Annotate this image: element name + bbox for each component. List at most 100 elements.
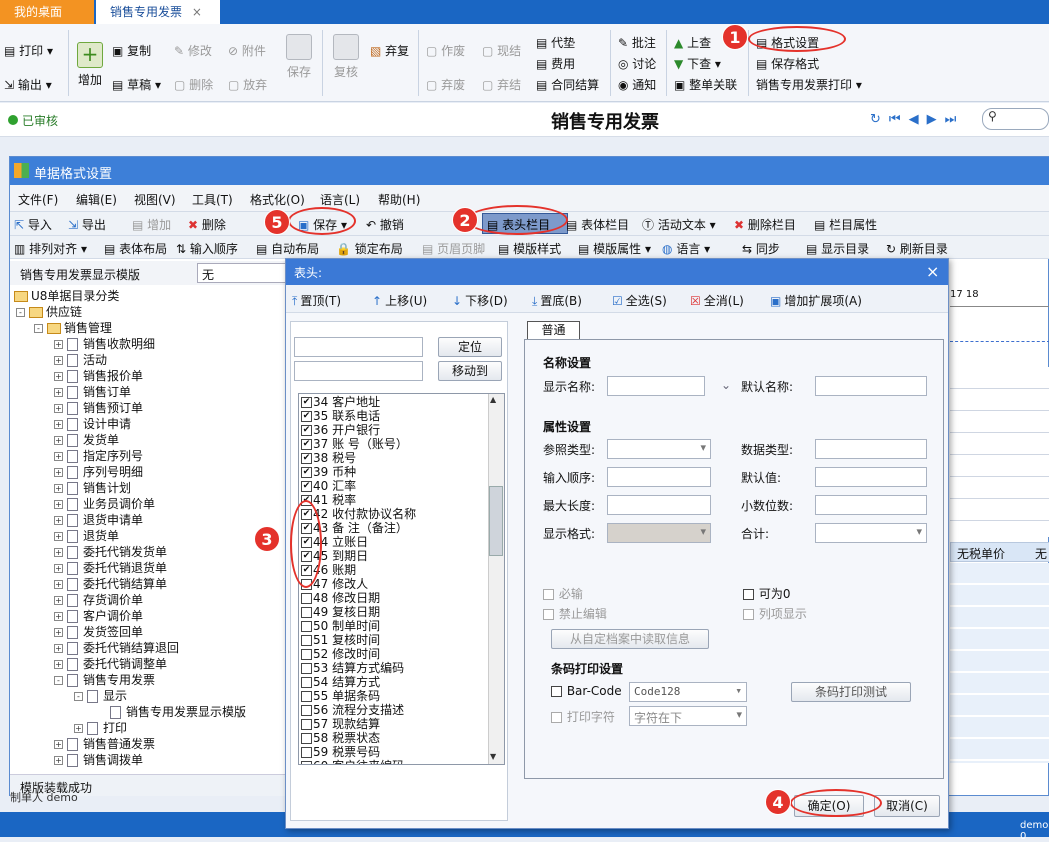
field-list-item[interactable]: 54 结算方式 bbox=[301, 675, 380, 689]
expand-icon[interactable]: + bbox=[54, 500, 63, 509]
expand-icon[interactable]: + bbox=[54, 388, 63, 397]
collapse-icon[interactable]: - bbox=[54, 676, 63, 685]
expand-icon[interactable]: + bbox=[54, 404, 63, 413]
tree-node[interactable]: + 销售计划 bbox=[54, 480, 131, 496]
expand-icon[interactable]: + bbox=[54, 468, 63, 477]
checkbox-icon[interactable] bbox=[301, 705, 312, 716]
field-list-item[interactable]: ✔ 37 账 号（账号） bbox=[301, 437, 408, 451]
expand-icon[interactable]: + bbox=[54, 596, 63, 605]
review-button[interactable]: 复核 bbox=[330, 34, 362, 80]
auto-layout-button[interactable]: ▤ 自动布局 bbox=[256, 240, 319, 257]
select-all-button[interactable]: ☑ 全选(S) bbox=[612, 292, 667, 309]
body-layout-button[interactable]: ▤ 表体布局 bbox=[104, 240, 167, 257]
tree-node[interactable]: + 委托代销发货单 bbox=[54, 544, 167, 560]
move-to-button[interactable]: 移动到 bbox=[438, 361, 502, 381]
expand-icon[interactable]: + bbox=[74, 724, 83, 733]
no-edit-checkbox[interactable]: 禁止编辑 bbox=[543, 605, 607, 622]
expand-icon[interactable]: + bbox=[54, 372, 63, 381]
attach-button[interactable]: ⊘ 附件 bbox=[228, 42, 266, 59]
checkbox-icon[interactable] bbox=[301, 621, 312, 632]
draft-button[interactable]: ▤ 草稿 ▾ bbox=[112, 76, 161, 93]
tree-node[interactable]: + 委托代销调整单 bbox=[54, 656, 167, 672]
barcode-checkbox[interactable]: Bar-Code bbox=[551, 684, 622, 698]
checkbox-checked-icon[interactable]: ✔ bbox=[301, 481, 312, 492]
chevron-down-icon[interactable]: ⌄ bbox=[721, 378, 731, 392]
export-fmt-button[interactable]: ⇲ 导出 bbox=[68, 216, 106, 233]
expand-icon[interactable]: + bbox=[54, 644, 63, 653]
expand-icon[interactable]: + bbox=[54, 740, 63, 749]
collapse-icon[interactable]: - bbox=[34, 324, 43, 333]
align-button[interactable]: ▥ 排列对齐 ▾ bbox=[14, 240, 87, 257]
scroll-down-icon[interactable]: ▼ bbox=[490, 752, 496, 761]
delete-fmt-button[interactable]: ✖ 删除 bbox=[188, 216, 226, 233]
expand-icon[interactable]: + bbox=[54, 356, 63, 365]
column-props-button[interactable]: ▤ 栏目属性 bbox=[814, 216, 877, 233]
save-button[interactable]: 保存 bbox=[284, 34, 314, 80]
ref-type-select[interactable] bbox=[607, 439, 711, 459]
cancel-void-button[interactable]: ▢ 弃废 bbox=[426, 76, 465, 93]
tree-node[interactable]: + 销售调拨单 bbox=[54, 752, 143, 768]
export-button[interactable]: ⇲ 输出 ▾ bbox=[4, 76, 52, 93]
print-button[interactable]: ▤ 打印 ▾ bbox=[4, 42, 53, 59]
field-list-item[interactable]: 56 流程分支描述 bbox=[301, 703, 404, 717]
field-list-item[interactable]: ✔ 38 税号 bbox=[301, 451, 356, 465]
expand-icon[interactable]: + bbox=[54, 612, 63, 621]
refresh-dir-button[interactable]: ↻ 刷新目录 bbox=[886, 240, 948, 257]
tree-node[interactable]: + 业务员调价单 bbox=[54, 496, 155, 512]
expand-icon[interactable]: + bbox=[54, 420, 63, 429]
char-position-select[interactable]: 字符在下 bbox=[629, 706, 747, 726]
discuss-button[interactable]: ◎ 讨论 bbox=[618, 55, 656, 72]
field-list-item[interactable]: 58 税票状态 bbox=[301, 731, 380, 745]
advance-button[interactable]: ▤ 代垫 bbox=[536, 34, 575, 51]
tree-node[interactable]: + 退货单 bbox=[54, 528, 119, 544]
template-select[interactable]: 无 bbox=[197, 263, 287, 283]
tree-node[interactable]: - 显示 bbox=[74, 688, 127, 704]
settle-button[interactable]: ▢ 现结 bbox=[482, 42, 521, 59]
field-list-item[interactable]: 50 制单时间 bbox=[301, 619, 380, 633]
print-char-checkbox[interactable]: 打印字符 bbox=[551, 708, 615, 725]
menu-format[interactable]: 格式化(O) bbox=[250, 191, 305, 208]
checkbox-icon[interactable] bbox=[301, 691, 312, 702]
deselect-all-button[interactable]: ☒ 全消(L) bbox=[690, 292, 744, 309]
field-list-item[interactable]: 55 单据条码 bbox=[301, 689, 380, 703]
tree-node[interactable]: - 销售管理 bbox=[34, 320, 112, 336]
contract-settle-button[interactable]: ▤ 合同结算 bbox=[536, 76, 599, 93]
checkbox-icon[interactable] bbox=[301, 761, 312, 764]
field-list-item[interactable]: 49 复核日期 bbox=[301, 605, 380, 619]
add-extension-button[interactable]: ▣ 增加扩展项(A) bbox=[770, 292, 862, 309]
expand-icon[interactable]: + bbox=[54, 532, 63, 541]
tree-node[interactable]: + 发货签回单 bbox=[54, 624, 143, 640]
menu-help[interactable]: 帮助(H) bbox=[378, 191, 420, 208]
void-button[interactable]: ▢ 作废 bbox=[426, 42, 465, 59]
zero-ok-checkbox[interactable]: 可为0 bbox=[743, 585, 790, 602]
copy-button[interactable]: ▣ 复制 bbox=[112, 42, 151, 59]
field-list-item[interactable]: 52 修改时间 bbox=[301, 647, 380, 661]
col-display-checkbox[interactable]: 列项显示 bbox=[743, 605, 807, 622]
scrollbar[interactable] bbox=[488, 394, 504, 764]
expand-icon[interactable]: + bbox=[54, 628, 63, 637]
tree-node[interactable]: + 委托代销结算退回 bbox=[54, 640, 179, 656]
field-list-item[interactable]: ✔ 39 币种 bbox=[301, 465, 356, 479]
tree-node[interactable]: + 销售收款明细 bbox=[54, 336, 155, 352]
checkbox-checked-icon[interactable]: ✔ bbox=[301, 453, 312, 464]
checkbox-checked-icon[interactable]: ✔ bbox=[301, 425, 312, 436]
fee-button[interactable]: ▤ 费用 bbox=[536, 55, 575, 72]
tree-node[interactable]: + 退货申请单 bbox=[54, 512, 143, 528]
field-list-item[interactable]: 59 税票号码 bbox=[301, 745, 380, 759]
tree-node[interactable]: + 委托代销退货单 bbox=[54, 560, 167, 576]
tree-node[interactable]: - 供应链 bbox=[16, 304, 82, 320]
menu-language[interactable]: 语言(L) bbox=[320, 191, 360, 208]
menu-file[interactable]: 文件(F) bbox=[18, 191, 58, 208]
barcode-type-select[interactable]: Code128 bbox=[629, 682, 747, 702]
save-format-button[interactable]: ▤ 保存格式 bbox=[756, 55, 819, 72]
collapse-icon[interactable]: - bbox=[16, 308, 25, 317]
default-value-field[interactable] bbox=[815, 467, 927, 487]
relate-button[interactable]: ▣ 整单关联 bbox=[674, 76, 737, 93]
invoice-print-button[interactable]: 销售专用发票打印 ▾ bbox=[756, 76, 862, 93]
field-list-item[interactable]: ✔ 35 联系电话 bbox=[301, 409, 380, 423]
max-length-field[interactable] bbox=[607, 495, 711, 515]
tree-node[interactable]: U8单据目录分类 bbox=[14, 288, 119, 304]
show-dir-button[interactable]: ▤ 显示目录 bbox=[806, 240, 869, 257]
move-down-button[interactable]: ↓ 下移(D) bbox=[452, 292, 508, 309]
default-name-field[interactable] bbox=[815, 376, 927, 396]
